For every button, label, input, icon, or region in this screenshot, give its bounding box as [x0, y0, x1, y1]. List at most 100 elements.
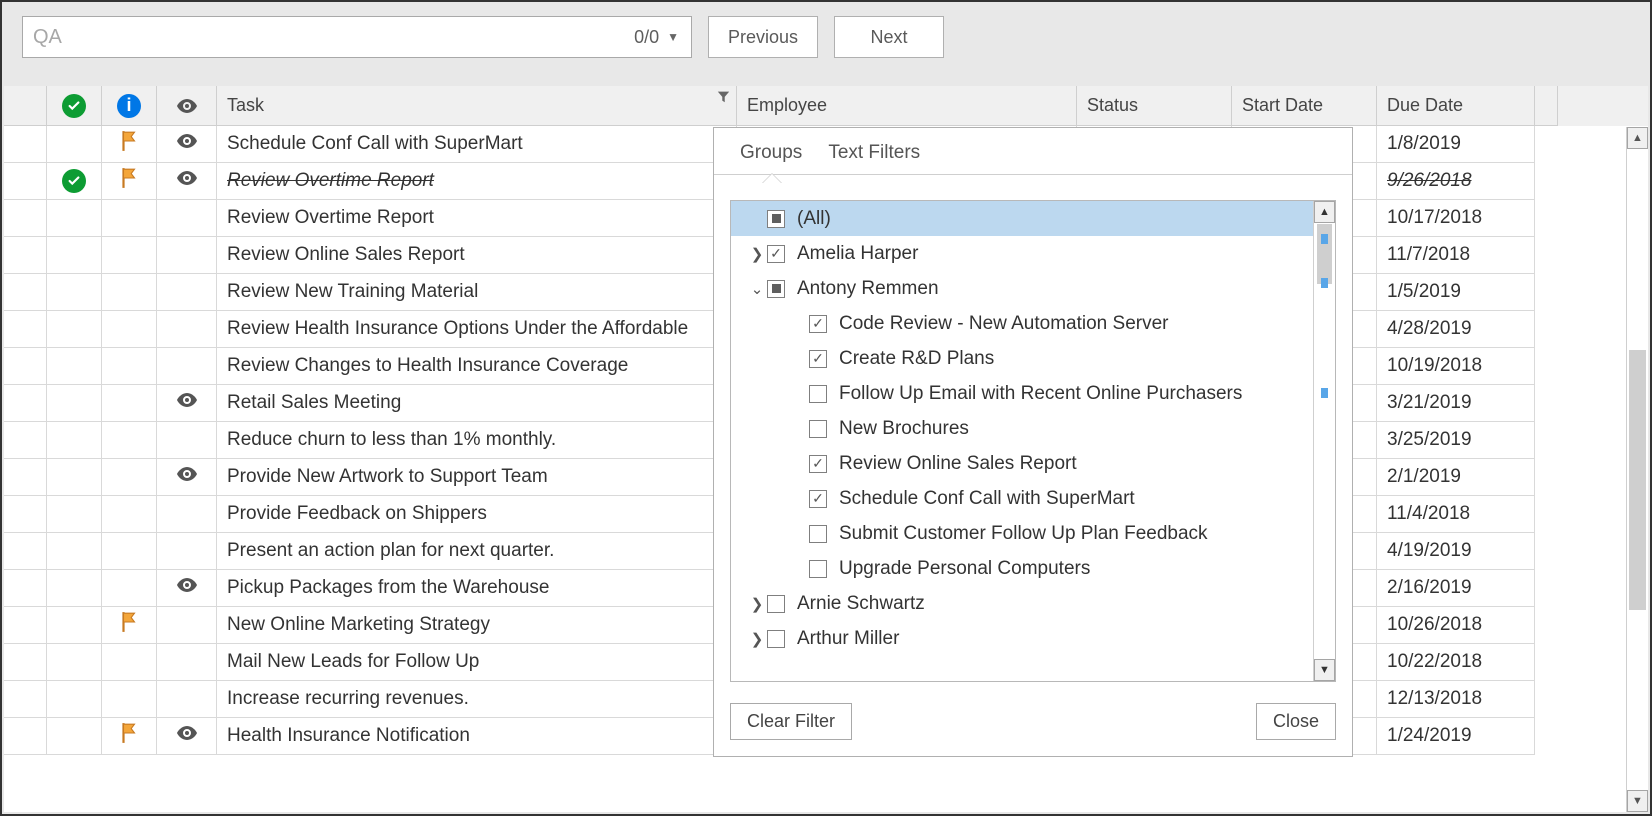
chevron-right-icon[interactable]: ❯	[747, 595, 767, 613]
task-cell[interactable]: Provide Feedback on Shippers	[217, 496, 737, 533]
visibility-cell[interactable]	[157, 126, 217, 163]
filter-icon[interactable]	[717, 90, 730, 103]
task-cell[interactable]: Mail New Leads for Follow Up	[217, 644, 737, 681]
due-date-cell[interactable]: 3/25/2019	[1377, 422, 1535, 459]
filter-checkbox[interactable]	[809, 420, 827, 438]
due-date-cell[interactable]: 10/19/2018	[1377, 348, 1535, 385]
filter-checkbox[interactable]	[809, 560, 827, 578]
due-date-cell[interactable]: 10/26/2018	[1377, 607, 1535, 644]
filter-checkbox[interactable]	[809, 455, 827, 473]
visibility-cell[interactable]	[157, 681, 217, 718]
filter-leaf-item[interactable]: Follow Up Email with Recent Online Purch…	[731, 376, 1313, 411]
done-cell[interactable]	[47, 607, 102, 644]
priority-cell[interactable]	[102, 718, 157, 755]
priority-cell[interactable]	[102, 126, 157, 163]
priority-cell[interactable]	[102, 348, 157, 385]
priority-cell[interactable]	[102, 163, 157, 200]
task-cell[interactable]: Review New Training Material	[217, 274, 737, 311]
due-date-cell[interactable]: 11/4/2018	[1377, 496, 1535, 533]
search-box[interactable]: 0/0 ▼	[22, 16, 692, 58]
visibility-cell[interactable]	[157, 533, 217, 570]
filter-leaf-item[interactable]: Schedule Conf Call with SuperMart	[731, 481, 1313, 516]
done-cell[interactable]	[47, 533, 102, 570]
filter-leaf-item[interactable]: Submit Customer Follow Up Plan Feedback	[731, 516, 1313, 551]
task-cell[interactable]: Review Health Insurance Options Under th…	[217, 311, 737, 348]
filter-checkbox[interactable]	[809, 525, 827, 543]
done-cell[interactable]	[47, 348, 102, 385]
priority-cell[interactable]	[102, 459, 157, 496]
due-date-cell[interactable]: 2/16/2019	[1377, 570, 1535, 607]
filter-group-item[interactable]: ❯Amelia Harper	[731, 236, 1313, 271]
search-dropdown-icon[interactable]: ▼	[663, 30, 683, 44]
due-date-cell[interactable]: 10/17/2018	[1377, 200, 1535, 237]
tree-vertical-scrollbar[interactable]: ▲ ▼	[1313, 201, 1335, 681]
scroll-up-arrow-icon[interactable]: ▲	[1627, 127, 1648, 149]
due-date-cell[interactable]: 4/19/2019	[1377, 533, 1535, 570]
priority-cell[interactable]	[102, 570, 157, 607]
filter-checkbox[interactable]	[809, 385, 827, 403]
filter-leaf-item[interactable]: Upgrade Personal Computers	[731, 551, 1313, 586]
tree-scroll-track[interactable]	[1317, 224, 1332, 658]
task-cell[interactable]: Review Overtime Report	[217, 200, 737, 237]
filter-group-item[interactable]: ❯Arnie Schwartz	[731, 586, 1313, 621]
visibility-cell[interactable]	[157, 311, 217, 348]
filter-leaf-item[interactable]: New Brochures	[731, 411, 1313, 446]
filter-leaf-item[interactable]: Code Review - New Automation Server	[731, 306, 1313, 341]
employee-column-header[interactable]: Employee	[737, 86, 1077, 126]
done-cell[interactable]	[47, 237, 102, 274]
chevron-right-icon[interactable]: ❯	[747, 630, 767, 648]
grid-vertical-scrollbar[interactable]: ▲ ▼	[1626, 127, 1648, 812]
task-cell[interactable]: Review Online Sales Report	[217, 237, 737, 274]
due-date-cell[interactable]: 9/26/2018	[1377, 163, 1535, 200]
filter-all-item[interactable]: (All)	[731, 201, 1313, 236]
task-cell[interactable]: Health Insurance Notification	[217, 718, 737, 755]
scroll-down-arrow-icon[interactable]: ▼	[1627, 790, 1648, 812]
visibility-cell[interactable]	[157, 274, 217, 311]
filter-leaf-item[interactable]: Create R&D Plans	[731, 341, 1313, 376]
done-cell[interactable]	[47, 681, 102, 718]
filter-checkbox[interactable]	[767, 280, 785, 298]
done-cell[interactable]	[47, 274, 102, 311]
task-cell[interactable]: Increase recurring revenues.	[217, 681, 737, 718]
filter-group-item[interactable]: ⌄Antony Remmen	[731, 271, 1313, 306]
visibility-cell[interactable]	[157, 607, 217, 644]
visibility-cell[interactable]	[157, 570, 217, 607]
clear-filter-button[interactable]: Clear Filter	[730, 703, 852, 740]
due-date-cell[interactable]: 3/21/2019	[1377, 385, 1535, 422]
done-cell[interactable]	[47, 126, 102, 163]
scroll-thumb[interactable]	[1629, 350, 1646, 610]
task-cell[interactable]: Provide New Artwork to Support Team	[217, 459, 737, 496]
priority-cell[interactable]	[102, 385, 157, 422]
visibility-cell[interactable]	[157, 200, 217, 237]
visibility-cell[interactable]	[157, 237, 217, 274]
done-cell[interactable]	[47, 385, 102, 422]
due-date-cell[interactable]: 2/1/2019	[1377, 459, 1535, 496]
visibility-cell[interactable]	[157, 644, 217, 681]
chevron-down-icon[interactable]: ⌄	[747, 280, 767, 298]
task-cell[interactable]: New Online Marketing Strategy	[217, 607, 737, 644]
visibility-cell[interactable]	[157, 348, 217, 385]
priority-cell[interactable]	[102, 607, 157, 644]
filter-checkbox[interactable]	[767, 630, 785, 648]
filter-checkbox[interactable]	[809, 490, 827, 508]
visibility-cell[interactable]	[157, 422, 217, 459]
priority-cell[interactable]	[102, 533, 157, 570]
visibility-column-header[interactable]	[157, 86, 217, 126]
task-cell[interactable]: Reduce churn to less than 1% monthly.	[217, 422, 737, 459]
tab-groups[interactable]: Groups	[740, 142, 802, 174]
visibility-cell[interactable]	[157, 163, 217, 200]
done-cell[interactable]	[47, 570, 102, 607]
tab-text-filters[interactable]: Text Filters	[828, 142, 920, 174]
due-date-cell[interactable]: 1/24/2019	[1377, 718, 1535, 755]
tree-scroll-thumb[interactable]	[1317, 224, 1332, 284]
chevron-right-icon[interactable]: ❯	[747, 245, 767, 263]
due-date-cell[interactable]: 4/28/2019	[1377, 311, 1535, 348]
done-cell[interactable]	[47, 718, 102, 755]
tree-scroll-up-icon[interactable]: ▲	[1314, 201, 1335, 223]
done-cell[interactable]	[47, 496, 102, 533]
previous-button[interactable]: Previous	[708, 16, 818, 58]
done-cell[interactable]	[47, 311, 102, 348]
task-cell[interactable]: Schedule Conf Call with SuperMart	[217, 126, 737, 163]
visibility-cell[interactable]	[157, 459, 217, 496]
task-cell[interactable]: Present an action plan for next quarter.	[217, 533, 737, 570]
